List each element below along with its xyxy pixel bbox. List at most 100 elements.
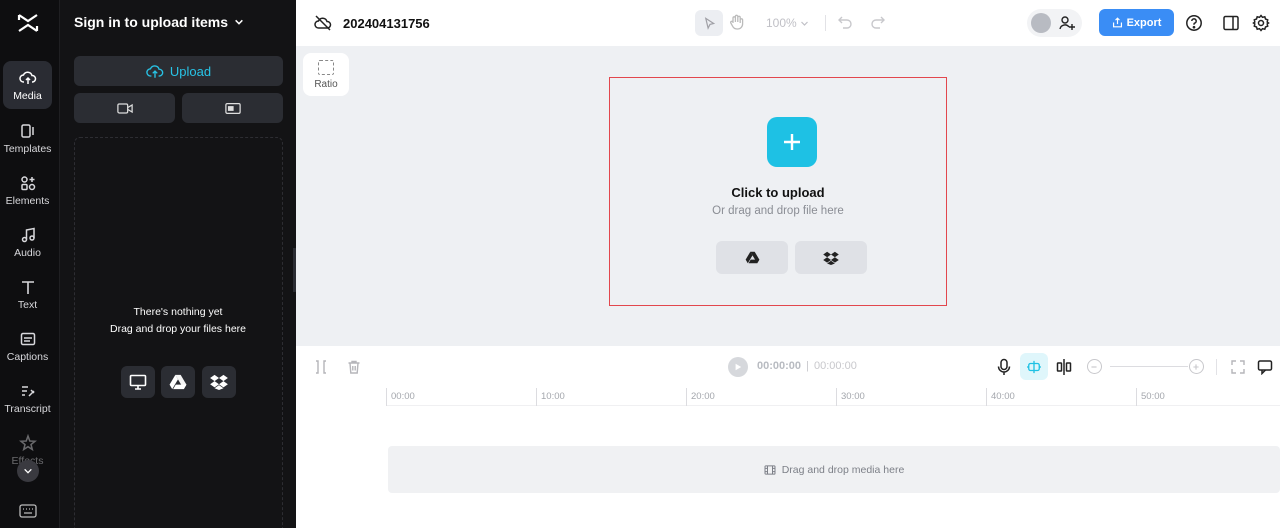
toolbar-divider xyxy=(1216,359,1217,375)
rail-item-label: Elements xyxy=(5,195,50,207)
upload-button[interactable]: Upload xyxy=(74,56,283,86)
plus-icon xyxy=(1193,364,1199,370)
google-drive-icon xyxy=(169,374,187,390)
top-header: 202404131756 100% Export xyxy=(296,0,1280,46)
split-icon[interactable] xyxy=(1056,358,1072,376)
chevron-down-icon xyxy=(800,21,808,26)
empty-state-subtitle: Drag and drop your files here xyxy=(110,323,246,335)
keyboard-shortcuts-icon[interactable] xyxy=(19,504,37,518)
google-drive-button[interactable] xyxy=(161,366,195,398)
total-time: 00:00:00 xyxy=(814,360,857,372)
upload-dropzone[interactable]: Click to upload Or drag and drop file he… xyxy=(609,77,947,306)
upload-title: Click to upload xyxy=(731,185,825,200)
main-track-dropzone[interactable]: Drag and drop media here xyxy=(388,446,1280,493)
dropbox-button[interactable] xyxy=(795,241,867,274)
dropbox-icon xyxy=(823,251,839,265)
export-button[interactable]: Export xyxy=(1099,9,1174,36)
zoom-out-button[interactable] xyxy=(1087,359,1102,374)
ruler-tick: 50:00 xyxy=(1136,388,1165,406)
track-hint: Drag and drop media here xyxy=(781,463,905,476)
zoom-dropdown[interactable]: 100% xyxy=(766,16,809,30)
google-drive-button[interactable] xyxy=(716,241,788,274)
layout-panel-icon[interactable] xyxy=(1222,14,1240,32)
fullscreen-icon[interactable] xyxy=(1230,359,1246,375)
screen-record-icon xyxy=(224,102,241,114)
time-separator: | xyxy=(806,360,809,372)
rail-item-elements[interactable]: Elements xyxy=(3,166,52,214)
monitor-icon xyxy=(129,374,147,390)
zoom-value: 100% xyxy=(766,16,797,30)
sign-in-dropdown[interactable]: Sign in to upload items xyxy=(74,14,244,30)
upload-label: Upload xyxy=(169,63,212,79)
play-button[interactable] xyxy=(728,357,748,377)
rail-item-label: Media xyxy=(13,90,42,102)
caption-comment-icon[interactable] xyxy=(1257,359,1273,376)
ruler-tick: 20:00 xyxy=(686,388,715,406)
elements-icon xyxy=(20,176,35,191)
film-strip-icon xyxy=(764,464,776,475)
ruler-tick: 30:00 xyxy=(836,388,865,406)
microphone-icon[interactable] xyxy=(996,358,1012,376)
auto-snap-toggle[interactable] xyxy=(1020,353,1048,380)
media-panel: Sign in to upload items Upload There's n… xyxy=(59,0,296,528)
dropbox-button[interactable] xyxy=(202,366,236,398)
timeline-ruler[interactable]: 00:00 10:00 20:00 30:00 40:00 50:00 xyxy=(386,388,1280,406)
templates-icon xyxy=(20,124,34,138)
effects-star-icon xyxy=(18,434,37,452)
music-note-icon xyxy=(21,227,35,243)
help-icon[interactable] xyxy=(1185,14,1203,32)
cloud-upload-icon xyxy=(18,71,36,84)
transcript-icon xyxy=(21,386,35,397)
ruler-tick: 00:00 xyxy=(386,388,415,406)
ratio-button[interactable]: Ratio xyxy=(303,53,349,96)
hand-tool-icon[interactable] xyxy=(728,13,748,33)
rail-item-text[interactable]: Text xyxy=(3,270,52,318)
magnet-snap-icon xyxy=(1027,360,1041,373)
google-drive-icon xyxy=(745,251,759,264)
panel-title: Sign in to upload items xyxy=(74,14,228,30)
split-clip-icon[interactable] xyxy=(313,359,329,375)
zoom-slider[interactable] xyxy=(1110,366,1188,367)
project-name[interactable]: 202404131756 xyxy=(343,16,430,31)
rail-item-audio[interactable]: Audio xyxy=(3,218,52,266)
cloud-sync-off-icon[interactable] xyxy=(314,14,332,32)
play-icon xyxy=(735,363,742,371)
rail-item-captions[interactable]: Captions xyxy=(3,322,52,370)
app-root: Media Templates Elements Audio Text Capt… xyxy=(0,0,1280,528)
delete-trash-icon[interactable] xyxy=(346,359,362,375)
rail-item-label: Text xyxy=(17,299,38,311)
select-tool-button[interactable] xyxy=(695,10,723,36)
chevron-down-icon xyxy=(235,19,243,25)
zoom-in-button[interactable] xyxy=(1189,359,1204,374)
undo-icon[interactable] xyxy=(837,14,853,30)
export-label: Export xyxy=(1126,16,1162,29)
chevron-down-icon xyxy=(24,468,32,474)
record-video-button[interactable] xyxy=(74,93,175,123)
add-user-icon[interactable] xyxy=(1059,15,1075,31)
rail-item-transcript[interactable]: Transcript xyxy=(3,374,52,422)
preview-canvas: Ratio Click to upload Or drag and drop f… xyxy=(296,46,1280,346)
rail-item-label: Templates xyxy=(3,143,52,155)
ruler-tick: 40:00 xyxy=(986,388,1015,406)
settings-gear-icon[interactable] xyxy=(1252,14,1270,32)
upload-from-computer-button[interactable] xyxy=(121,366,155,398)
user-pill[interactable] xyxy=(1027,9,1082,37)
rail-item-label: Captions xyxy=(6,351,49,363)
rail-more-button[interactable] xyxy=(17,460,39,482)
avatar[interactable] xyxy=(1031,13,1051,33)
cursor-icon xyxy=(704,16,715,30)
export-icon xyxy=(1112,17,1122,28)
redo-icon[interactable] xyxy=(870,14,886,30)
dropbox-icon xyxy=(210,374,228,390)
capcut-logo-icon[interactable] xyxy=(16,12,40,34)
current-time: 00:00:00 xyxy=(757,360,802,372)
add-media-button[interactable] xyxy=(767,117,817,167)
minus-icon xyxy=(1091,366,1097,368)
ratio-label: Ratio xyxy=(314,78,338,90)
plus-icon xyxy=(784,134,800,150)
timeline: 00:00:00 | 00:00:00 00:00 10:00 20:00 30… xyxy=(296,346,1280,528)
rail-item-media[interactable]: Media xyxy=(3,61,52,109)
rail-item-templates[interactable]: Templates xyxy=(3,114,52,162)
record-screen-button[interactable] xyxy=(182,93,283,123)
toolbar-divider xyxy=(825,15,826,31)
